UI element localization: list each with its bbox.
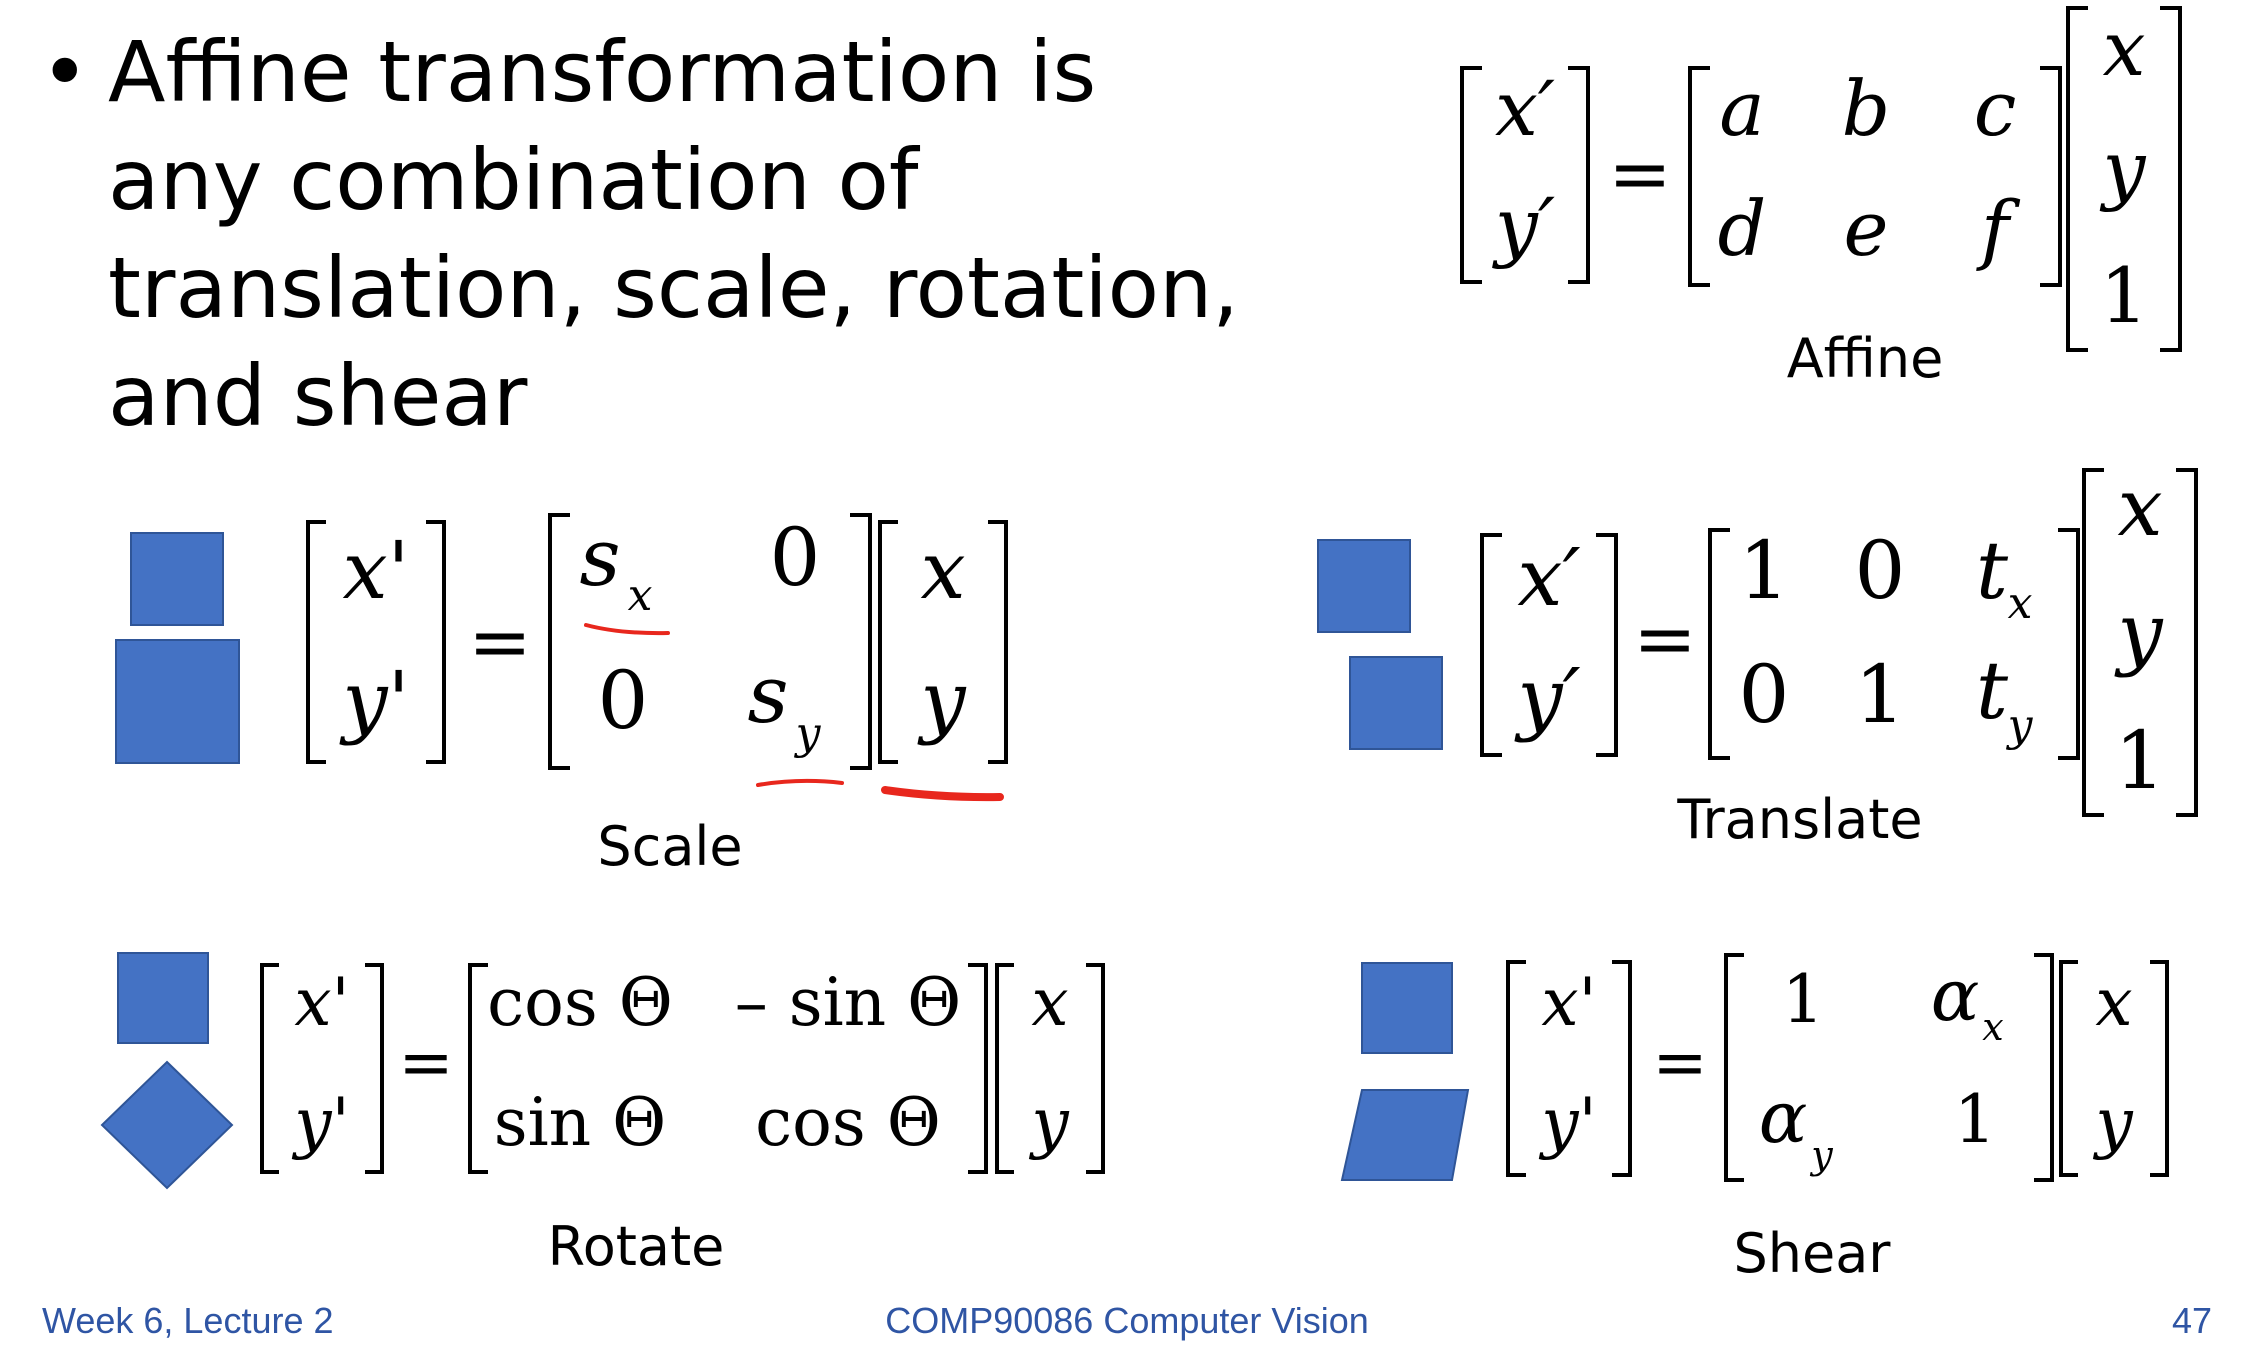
shear-m-alpha-y: α xyxy=(1759,1075,1808,1159)
rotate-m-sin: sin Θ xyxy=(494,1084,667,1161)
equations-canvas: x′ y′ = a b c d e f x y 1 x' y' = s x 0 xyxy=(100,4,2198,1190)
affine-m-d: d xyxy=(1718,184,1767,273)
translate-m-ty: t xyxy=(1976,644,2009,737)
rotate-equation: x' y' = cos Θ – sin Θ sin Θ cos Θ x y xyxy=(100,952,1105,1190)
scale-v-y: y xyxy=(917,654,967,747)
translate-v-y: y xyxy=(2114,586,2164,679)
slide: • Affine transformation is any combinati… xyxy=(0,0,2254,1370)
translate-v-x: x xyxy=(2117,461,2162,554)
scale-m-sx: s xyxy=(579,511,620,604)
rotate-square xyxy=(117,952,209,1044)
rotate-v-x: x xyxy=(1031,964,1068,1041)
scale-m-sy: s xyxy=(747,648,788,741)
affine-m-c: c xyxy=(1974,64,2017,153)
scale-m-0b: 0 xyxy=(598,654,649,747)
translate-m-tx: t xyxy=(1976,524,2009,617)
translate-square-2 xyxy=(1349,656,1443,750)
shear-m-1b: 1 xyxy=(1954,1081,1996,1158)
scale-m-0a: 0 xyxy=(770,511,821,604)
shear-square xyxy=(1361,962,1453,1054)
footer-lecture: Week 6, Lecture 2 xyxy=(42,1300,334,1341)
caption-shear: Shear xyxy=(1733,1222,1891,1285)
affine-v-1: 1 xyxy=(2100,251,2148,340)
rotate-m-negsin: – sin Θ xyxy=(735,964,962,1041)
rotate-v-y: y xyxy=(1028,1084,1069,1161)
rotate-m-cos1: cos Θ xyxy=(487,964,673,1041)
scale-equation: x' y' = s x 0 0 s y x y xyxy=(115,511,1008,802)
shear-equation: x' y' = 1 α x α y 1 x y xyxy=(1340,953,2169,1182)
scale-red-underline-sy xyxy=(756,778,844,787)
affine-m-f: f xyxy=(1976,184,2021,273)
translate-lhs-y: y′ xyxy=(1514,651,1580,744)
scale-lhs-x: x' xyxy=(342,524,409,617)
shear-m-alpha-x: α xyxy=(1931,953,1980,1037)
shear-lhs-y: y' xyxy=(1538,1084,1596,1161)
shear-parallelogram xyxy=(1340,1089,1470,1181)
scale-m-sx-sub: x xyxy=(628,570,653,621)
affine-lhs-y: y′ xyxy=(1492,181,1555,270)
caption-rotate: Rotate xyxy=(547,1215,725,1278)
scale-small-square xyxy=(130,532,224,626)
scale-lhs-y: y' xyxy=(339,654,409,747)
footer-course: COMP90086 Computer Vision xyxy=(885,1300,1369,1341)
shear-m-alpha-y-sub: y xyxy=(1809,1133,1833,1177)
rotate-lhs-y: y' xyxy=(291,1084,349,1161)
shear-v-y: y xyxy=(2092,1084,2133,1161)
shear-m-alpha-x-sub: x xyxy=(1982,1005,2003,1049)
translate-v-1: 1 xyxy=(2115,714,2166,807)
affine-equals: = xyxy=(1608,129,1672,218)
translate-m-tx-sub: x xyxy=(2008,578,2033,629)
scale-m-sy-sub: y xyxy=(794,708,822,759)
footer-page-number: 47 xyxy=(2171,1300,2212,1341)
rotate-diamond xyxy=(100,1060,234,1190)
affine-m-e: e xyxy=(1844,184,1889,273)
affine-m-a: a xyxy=(1719,64,1764,153)
rotate-m-cos2: cos Θ xyxy=(755,1084,941,1161)
caption-translate: Translate xyxy=(1677,788,1923,851)
translate-lhs-x: x′ xyxy=(1517,531,1580,624)
caption-scale: Scale xyxy=(597,815,743,878)
scale-red-underline-y xyxy=(881,786,1004,802)
translate-equals: = xyxy=(1633,594,1697,683)
shear-lhs-x: x' xyxy=(1541,964,1596,1041)
affine-v-y: y xyxy=(2100,124,2147,213)
scale-v-x: x xyxy=(920,524,965,617)
affine-equation: x′ y′ = a b c d e f x y 1 xyxy=(1460,4,2182,352)
rotate-lhs-x: x' xyxy=(294,964,349,1041)
shear-equals: = xyxy=(1652,1024,1707,1101)
translate-square-1 xyxy=(1317,539,1411,633)
translate-m-1a: 1 xyxy=(1739,524,1790,617)
scale-large-square xyxy=(115,639,240,764)
translate-m-ty-sub: y xyxy=(2006,700,2034,751)
scale-red-underline-sx xyxy=(584,623,670,636)
translate-m-0a: 0 xyxy=(1855,524,1906,617)
affine-lhs-x: x′ xyxy=(1495,64,1555,153)
translate-m-0b: 0 xyxy=(1739,648,1790,741)
translate-m-1b: 1 xyxy=(1855,648,1906,741)
shear-m-1a: 1 xyxy=(1782,961,1824,1038)
caption-affine: Affine xyxy=(1786,327,1944,390)
rotate-equals: = xyxy=(398,1024,453,1101)
translate-equation: x′ y′ = 1 0 t x 0 1 t y x y 1 xyxy=(1317,461,2198,817)
affine-m-b: b xyxy=(1842,64,1891,153)
affine-v-x: x xyxy=(2103,4,2146,93)
scale-equals: = xyxy=(468,597,532,686)
shear-v-x: x xyxy=(2095,964,2132,1041)
